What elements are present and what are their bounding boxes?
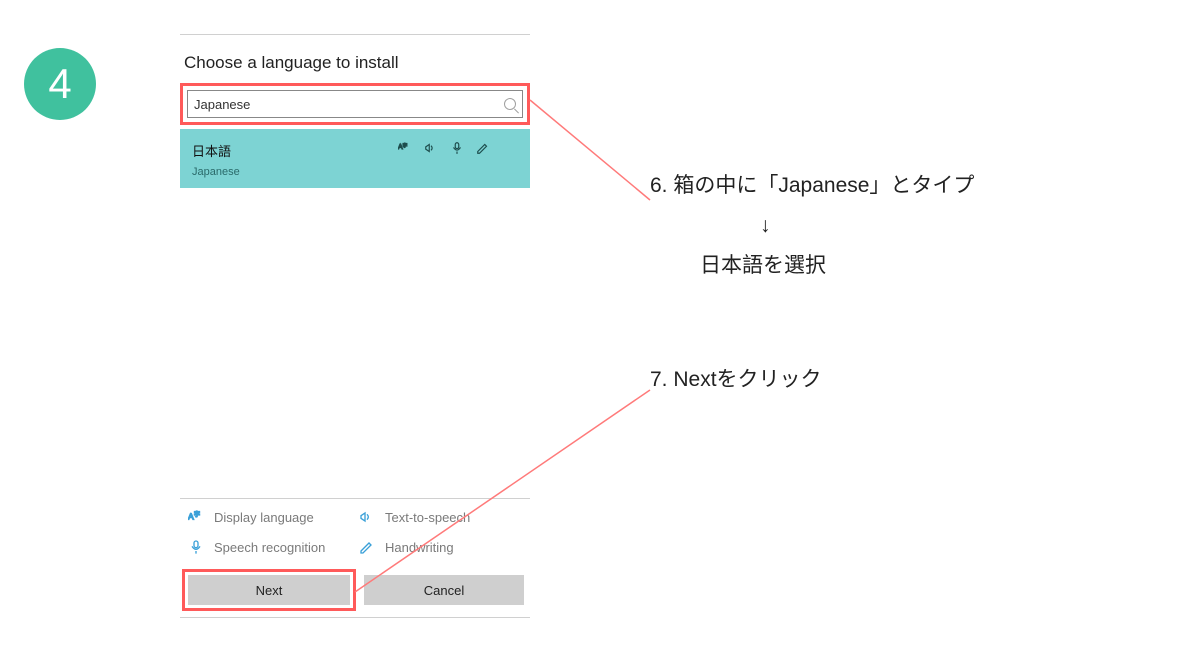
step-number: 4 [48, 60, 71, 108]
search-highlight-box [180, 83, 530, 125]
annotation-step6-line1: 6. 箱の中に「Japanese」とタイプ [650, 166, 974, 206]
annotation-step6-line2: 日本語を選択 [650, 246, 974, 286]
handwriting-icon [476, 141, 490, 158]
legend-label: Display language [214, 510, 314, 525]
language-install-dialog-bottom: A字 Display language Text-to-speech Speec… [180, 498, 530, 618]
annotation-step7-text: 7. Nextをクリック [650, 360, 822, 400]
annotation-step6: 6. 箱の中に「Japanese」とタイプ ↓ 日本語を選択 [650, 166, 974, 286]
handwriting-icon [359, 539, 375, 555]
speech-recognition-icon [450, 141, 464, 158]
text-to-speech-icon [424, 141, 438, 158]
language-english-name: Japanese [192, 166, 518, 178]
legend-display-language: A字 Display language [188, 509, 351, 525]
dialog-title: Choose a language to install [184, 53, 530, 73]
legend-label: Handwriting [385, 540, 454, 555]
display-language-icon: A字 [398, 141, 412, 158]
annotation-step6-arrow: ↓ [650, 206, 974, 246]
dialog-separator [180, 617, 530, 618]
svg-text:A: A [188, 512, 194, 522]
text-to-speech-icon [359, 509, 375, 525]
annotation-step7: 7. Nextをクリック [650, 360, 822, 400]
language-search-field[interactable] [187, 90, 523, 118]
cancel-button[interactable]: Cancel [364, 575, 524, 605]
legend-handwriting: Handwriting [359, 539, 522, 555]
svg-text:字: 字 [194, 510, 200, 518]
language-install-dialog-top: Choose a language to install 日本語 Japanes… [180, 34, 530, 188]
legend-label: Speech recognition [214, 540, 325, 555]
legend-label: Text-to-speech [385, 510, 470, 525]
step-badge: 4 [24, 48, 96, 120]
legend-text-to-speech: Text-to-speech [359, 509, 522, 525]
feature-legend: A字 Display language Text-to-speech Speec… [180, 499, 530, 569]
svg-text:字: 字 [403, 142, 408, 148]
next-button[interactable]: Next [188, 575, 350, 605]
speech-recognition-icon [188, 539, 204, 555]
language-feature-icons: A字 [398, 141, 490, 158]
language-result-row[interactable]: 日本語 Japanese A字 [180, 129, 530, 188]
next-button-highlight: Next [182, 569, 356, 611]
legend-speech-recognition: Speech recognition [188, 539, 351, 555]
display-language-icon: A字 [188, 509, 204, 525]
search-icon [504, 98, 516, 110]
language-search-input[interactable] [194, 97, 504, 112]
